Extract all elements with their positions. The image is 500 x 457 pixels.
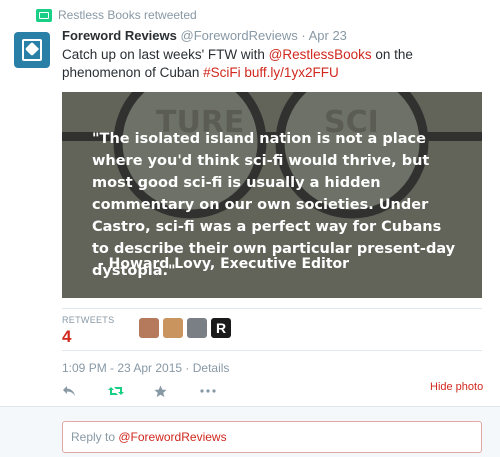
hide-photo-link[interactable]: Hide photo xyxy=(430,381,483,393)
tweet-text-prefix: Catch up on last weeks' FTW with xyxy=(62,47,269,62)
timestamp-separator: · xyxy=(182,361,193,375)
reply-icon xyxy=(63,386,75,396)
reply-button[interactable] xyxy=(62,382,108,400)
avatar[interactable] xyxy=(14,32,50,68)
tweet: Restless Books retweeted Foreword Review… xyxy=(0,0,500,406)
more-button[interactable] xyxy=(200,382,246,400)
mention-link[interactable]: @RestlessBooks xyxy=(269,47,372,62)
star-icon xyxy=(154,385,167,397)
retweets-count: 4 xyxy=(62,327,72,346)
url-link[interactable]: buff.ly/1yx2FFU xyxy=(244,65,338,80)
more-icon xyxy=(200,389,216,393)
tweet-timestamp: 1:09 PM - 23 Apr 2015 · Details xyxy=(62,361,229,375)
reply-input[interactable]: Reply to @ForewordReviews xyxy=(62,421,482,453)
retweet-stats[interactable]: RETWEETS 4 xyxy=(62,315,114,347)
retweeter-avatar[interactable] xyxy=(187,318,207,338)
details-link[interactable]: Details xyxy=(193,361,230,375)
author-handle[interactable]: @ForewordReviews xyxy=(181,28,298,43)
tweet-photo[interactable]: TURE SCI "The isolated island nation is … xyxy=(62,92,482,298)
retweeter-avatar[interactable]: R xyxy=(211,318,231,338)
header-separator: · xyxy=(301,28,306,43)
retweet-button[interactable] xyxy=(108,382,154,400)
retweeter-avatar[interactable] xyxy=(139,318,159,338)
timestamp-text: 1:09 PM - 23 Apr 2015 xyxy=(62,361,183,375)
reply-prefix: Reply to xyxy=(71,430,119,444)
reply-mention: @ForewordReviews xyxy=(118,430,227,444)
tweet-date[interactable]: Apr 23 xyxy=(309,28,347,43)
tweet-text: Catch up on last weeks' FTW with @Restle… xyxy=(62,46,482,82)
divider xyxy=(62,350,482,351)
photo-attribution: - Howard Lovy, Executive Editor xyxy=(98,256,350,272)
retweet-icon xyxy=(108,387,124,395)
tweet-actions xyxy=(62,382,246,400)
reply-area: Reply to @ForewordReviews xyxy=(0,406,500,457)
retweet-icon xyxy=(36,8,52,22)
retweet-context-label: Restless Books retweeted xyxy=(58,8,197,22)
favorite-button[interactable] xyxy=(154,382,200,400)
retweeter-avatars: R xyxy=(139,318,231,338)
divider xyxy=(62,308,482,309)
retweets-label: RETWEETS xyxy=(62,315,115,325)
tweet-header: Foreword Reviews @ForewordReviews · Apr … xyxy=(62,28,347,43)
retweeter-avatar[interactable] xyxy=(163,318,183,338)
retweet-context[interactable]: Restless Books retweeted xyxy=(36,8,197,22)
hashtag-link[interactable]: #SciFi xyxy=(203,65,241,80)
author-name[interactable]: Foreword Reviews xyxy=(62,28,177,43)
